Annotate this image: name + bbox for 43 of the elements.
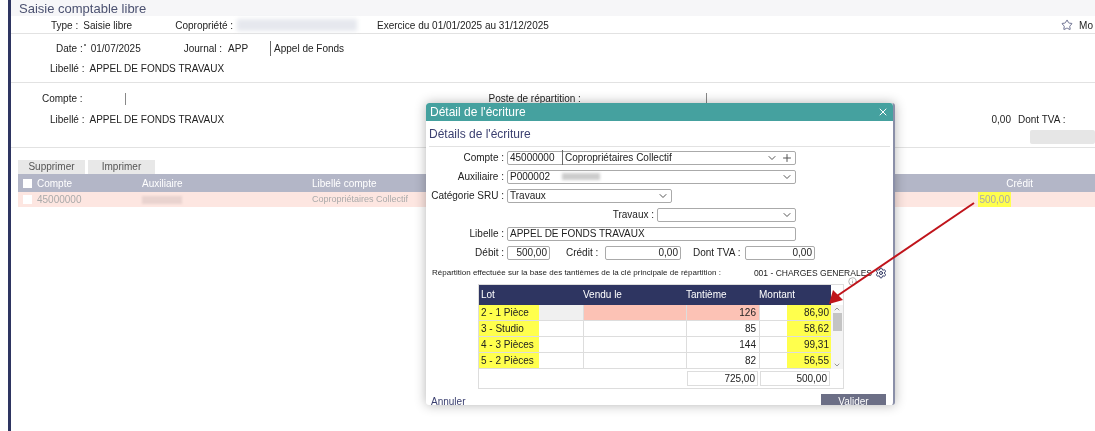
column-header: Montant [759,288,796,303]
poste-label: Poste de répartition : [488,92,581,106]
field-label: Débit : [474,246,504,260]
dialog-subtitle: Détails de l'écriture [429,127,531,141]
journal-code: APP [228,42,250,56]
amount-value: 0,00 [991,113,1011,127]
libelle-value: APPEL DE FONDS TRAVAUX [89,113,225,127]
journal-name: Appel de Fonds [270,41,345,56]
field-label: Compte : [462,151,504,165]
dialog-title: Détail de l'écriture [430,104,526,121]
table-cell: 500,00 [978,192,1011,207]
total-cell: 725,00 [687,370,758,386]
repartition-text: Répartition effectuée sur la base des tantièmes de la clé principale de répartition : [432,267,721,280]
copropriete-label: Copropriété : [175,18,234,33]
field-label: Libelle : [468,227,504,241]
field-label: Auxiliaire : [456,170,504,184]
exercice-text: Exercice du 01/01/2025 au 31/12/2025 [377,18,549,33]
libelle-value: APPEL DE FONDS TRAVAUX [89,62,225,76]
column-header: Compte [37,176,73,191]
field-label: Catégorie SRU : [430,189,504,203]
total-cell: 500,00 [760,370,830,386]
column-header: Crédit [1006,176,1033,191]
date-label: Date : [56,42,83,56]
libelle-label: Libellé : [50,113,85,127]
field-label: Travaux : [611,208,654,222]
libelle-label: Libellé : [50,62,85,76]
tva-label: Dont TVA : [1018,113,1067,127]
type-label: Type : [51,18,79,33]
field-label: Dont TVA : [693,246,742,260]
column-header: Lot [480,288,496,303]
journal-label: Journal : [183,42,223,56]
table-cell-text: Copropriétaires Collectif [312,192,409,206]
date-value: 01/07/2025 [90,42,142,56]
column-header: Auxiliaire [142,176,184,191]
compte-label: Compte : [42,92,83,106]
column-header: Libellé compte [312,176,377,191]
table-cell-text: 45000000 [37,193,83,207]
page-title: Saisie comptable libre [19,1,147,16]
field-label: Crédit : [566,246,598,260]
favorite-label: Mo [1079,18,1093,33]
column-header: Tantième [686,288,728,303]
column-header: Vendu le [583,288,623,303]
type-value: Saisie libre [83,18,134,33]
